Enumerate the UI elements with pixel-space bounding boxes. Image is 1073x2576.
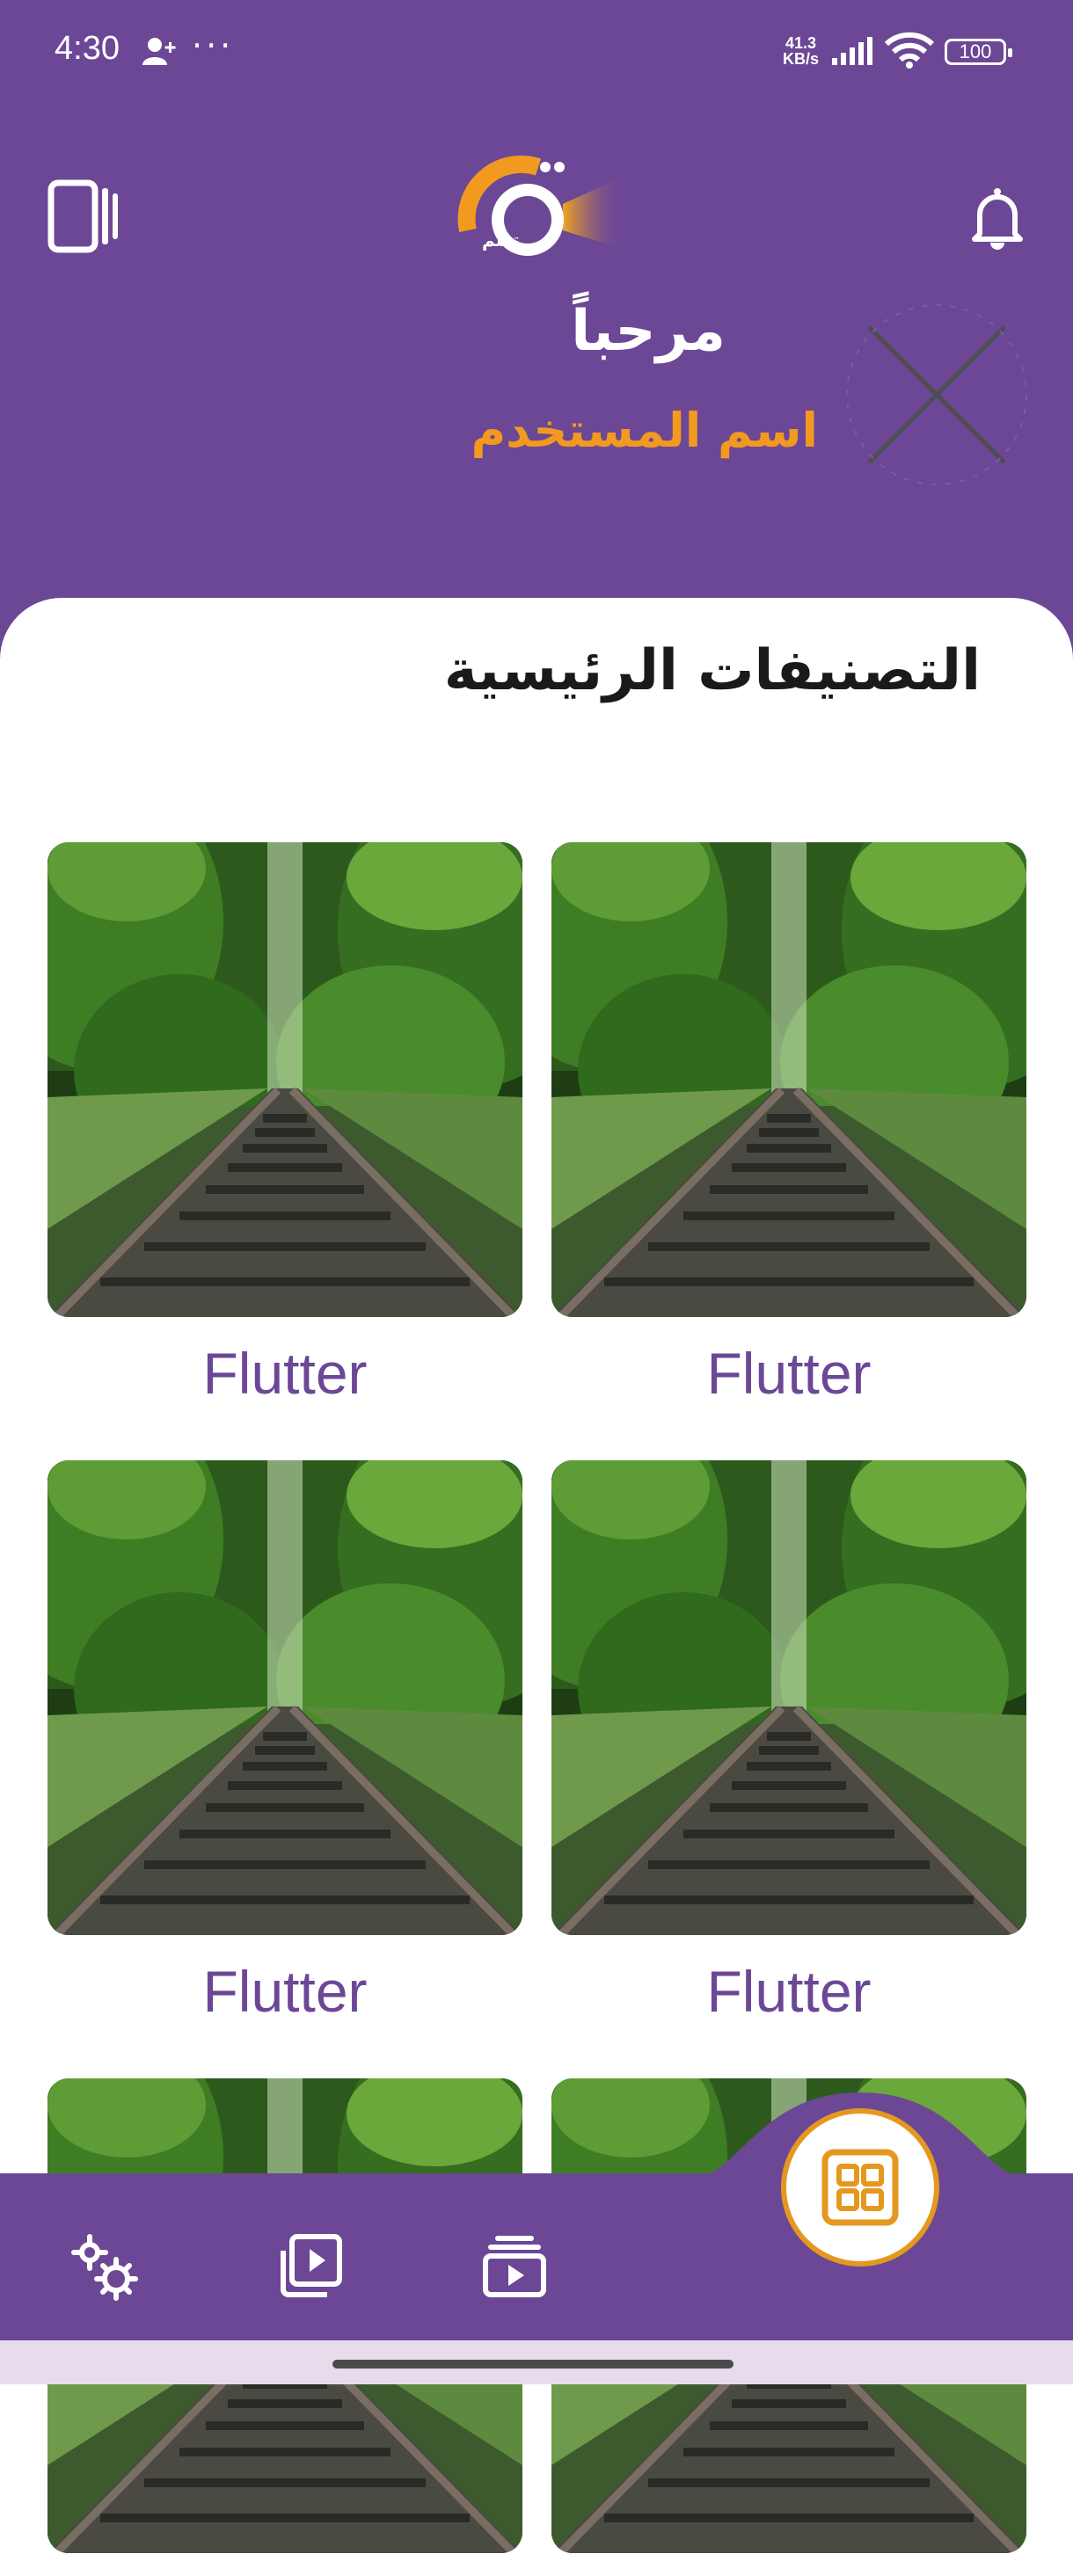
status-time: 4:30 bbox=[55, 30, 120, 67]
logo-text: تعلم bbox=[482, 229, 520, 251]
avatar-placeholder-icon bbox=[846, 304, 1027, 485]
category-card[interactable]: Flutter bbox=[551, 1460, 1026, 2025]
app-logo: تعلم bbox=[457, 151, 624, 274]
avatar[interactable] bbox=[843, 301, 1031, 489]
playlist-play-icon bbox=[483, 2236, 546, 2297]
wifi-icon bbox=[884, 32, 935, 72]
category-card[interactable]: Flutter bbox=[551, 842, 1026, 1407]
status-bar: 4:30 ··· 41.3 KB/s 100 bbox=[0, 0, 1073, 106]
video-library-icon bbox=[281, 2234, 342, 2297]
net-speed-value: 41.3 bbox=[785, 34, 817, 52]
home-gesture-handle[interactable] bbox=[332, 2360, 734, 2369]
drawer-toggle-button[interactable] bbox=[47, 179, 121, 253]
category-label: Flutter bbox=[202, 1341, 368, 1406]
section-title: التصنيفات الرئيسية bbox=[443, 638, 981, 703]
net-speed-unit: KB/s bbox=[783, 50, 820, 68]
category-label: Flutter bbox=[706, 1959, 872, 2024]
signal-icon bbox=[832, 37, 876, 69]
net-speed: 41.3 KB/s bbox=[783, 35, 819, 67]
username-text: اسم المستخدم bbox=[471, 403, 818, 458]
category-card[interactable]: Flutter bbox=[47, 1460, 522, 2025]
welcome-text: مرحباً bbox=[571, 299, 726, 364]
nav-playlists-button[interactable] bbox=[482, 2233, 547, 2298]
nav-settings-button[interactable] bbox=[70, 2233, 141, 2303]
person-add-icon bbox=[142, 37, 178, 70]
side-panel-icon bbox=[47, 179, 118, 253]
notifications-button[interactable] bbox=[971, 186, 1024, 250]
category-image bbox=[551, 1460, 1026, 1935]
category-image bbox=[551, 842, 1026, 1317]
category-image bbox=[47, 842, 522, 1317]
bell-icon bbox=[972, 188, 1023, 250]
nav-videos-button[interactable] bbox=[278, 2233, 343, 2298]
category-label: Flutter bbox=[706, 1341, 872, 1406]
category-label: Flutter bbox=[202, 1959, 368, 2024]
battery-icon: 100 bbox=[945, 39, 1012, 65]
category-card[interactable]: Flutter bbox=[47, 842, 522, 1407]
categories-fab-button[interactable] bbox=[781, 2108, 939, 2267]
grid-icon bbox=[821, 2149, 899, 2226]
status-more-dots: ··· bbox=[192, 26, 235, 65]
gear-icon bbox=[71, 2234, 138, 2301]
category-image bbox=[47, 1460, 522, 1935]
